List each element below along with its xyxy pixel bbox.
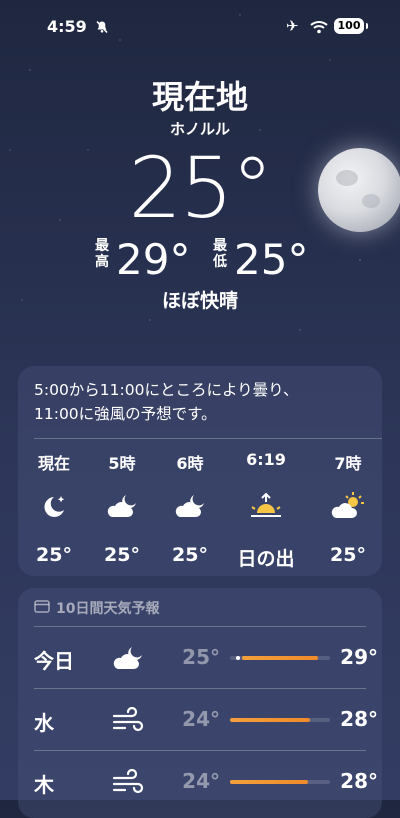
ten-day-title: 10日間天気予報 <box>56 601 160 617</box>
day-label: 今日 <box>34 649 74 673</box>
ten-day-header: 10日間天気予報 <box>34 598 159 618</box>
cloud-moon-icon <box>92 482 152 530</box>
high-label: 最高 <box>95 238 109 270</box>
wifi-icon <box>310 19 328 38</box>
low-temp: 24° <box>182 769 220 793</box>
temp-range-bar <box>230 780 330 784</box>
hour-item: 現在 25° <box>24 450 84 566</box>
high-temp: 28° <box>340 769 378 793</box>
temp-range-fill <box>230 780 308 784</box>
airplane-icon: ✈ <box>286 17 299 35</box>
temp-range-fill <box>242 656 318 660</box>
temp-range-bar <box>230 656 330 660</box>
forecast-summary: 5:00から11:00にところにより曇り、 11:00に強風の予想です。 <box>34 381 299 423</box>
day-row[interactable]: 水 24° 28° <box>18 690 382 750</box>
day-label: 木 <box>34 773 54 797</box>
condition-text: ほぼ快晴 <box>161 290 238 312</box>
calendar-icon <box>34 599 50 617</box>
sunrise-icon <box>234 482 298 530</box>
moon-stars-icon <box>24 482 84 530</box>
location-title: 現在地 <box>151 78 248 116</box>
day-row[interactable]: 今日 25° 29° <box>18 628 382 688</box>
status-time: 4:59 <box>47 17 87 36</box>
cloud-moon-icon <box>160 482 220 530</box>
bell-slash-icon <box>95 19 109 38</box>
low-temp: 24° <box>182 707 220 731</box>
ten-day-forecast-card[interactable]: 10日間天気予報 今日 25° 29° 水 24° 28° 木 24° 28° <box>18 588 382 818</box>
day-label: 水 <box>34 711 54 735</box>
hour-item: 5時 25° <box>92 450 152 566</box>
hour-item: 6時 25° <box>160 450 220 566</box>
cloud-sun-icon <box>318 482 378 530</box>
temp-range-bar <box>230 718 330 722</box>
high-temp: 29° <box>116 235 191 284</box>
divider <box>34 438 382 439</box>
hourly-forecast-card[interactable]: 5:00から11:00にところにより曇り、 11:00に強風の予想です。 現在 … <box>18 366 382 576</box>
status-bar: 4:59 ✈ 100 <box>0 0 400 52</box>
battery-icon: 100 <box>334 18 368 34</box>
wind-icon <box>108 702 148 738</box>
hour-item: 6:19 日の出 <box>234 450 298 571</box>
divider <box>34 750 366 751</box>
current-temperature: 25° <box>128 139 274 237</box>
hour-item: 7時 25° <box>318 450 378 566</box>
high-temp: 29° <box>340 645 378 669</box>
high-low: 最高 29° 最低 25° <box>0 236 400 288</box>
divider <box>34 626 366 627</box>
high-temp: 28° <box>340 707 378 731</box>
city-name: ホノルル <box>169 120 230 138</box>
low-label: 最低 <box>213 238 227 270</box>
wind-icon <box>108 764 148 800</box>
day-row[interactable]: 木 24° 28° <box>18 752 382 812</box>
divider <box>34 688 366 689</box>
temp-range-fill <box>230 718 310 722</box>
current-temp-dot <box>236 656 240 660</box>
low-temp: 25° <box>234 235 309 284</box>
low-temp: 25° <box>182 645 220 669</box>
cloud-moon-icon <box>108 640 148 676</box>
